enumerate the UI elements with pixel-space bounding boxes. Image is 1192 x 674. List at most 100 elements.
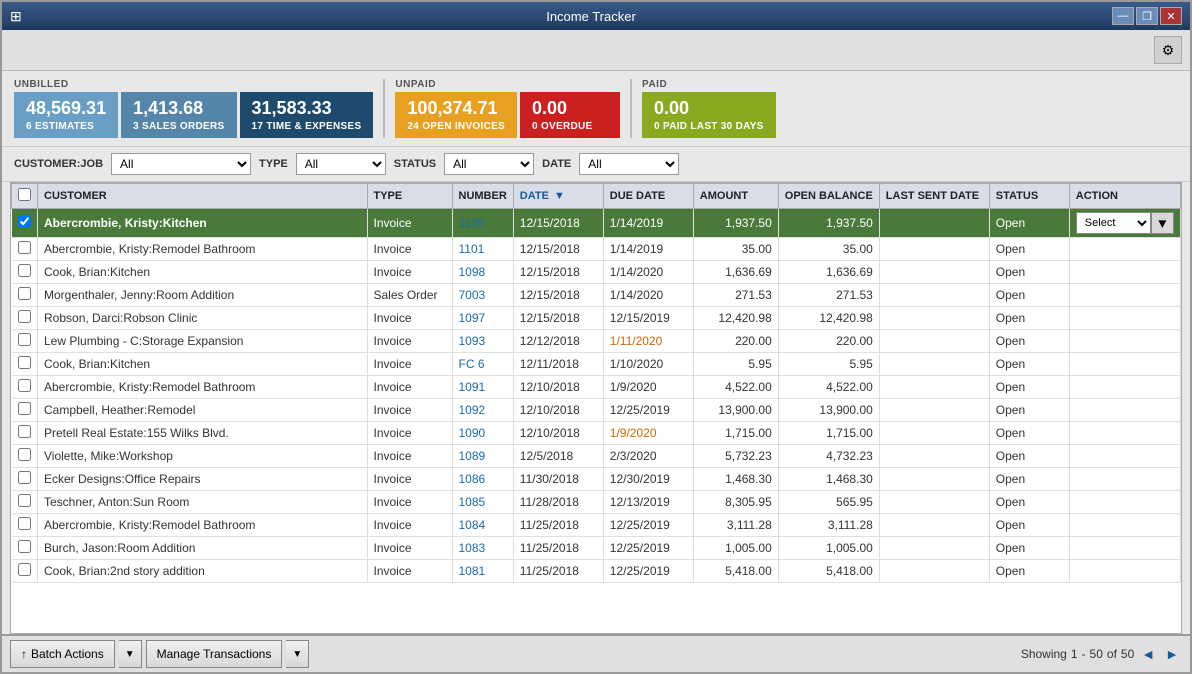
- row-action-cell[interactable]: [1069, 560, 1180, 583]
- table-body: Abercrombie, Kristy:Kitchen Invoice 1100…: [12, 209, 1181, 583]
- header-date[interactable]: DATE ▼: [513, 184, 603, 209]
- header-open-balance[interactable]: OPEN BALANCE: [778, 184, 879, 209]
- row-checkbox-cell[interactable]: [12, 284, 38, 307]
- row-checkbox[interactable]: [18, 402, 31, 415]
- row-action-cell[interactable]: [1069, 445, 1180, 468]
- batch-actions-dropdown-button[interactable]: ▼: [119, 640, 142, 668]
- header-due-date[interactable]: DUE DATE: [603, 184, 693, 209]
- open-invoices-card[interactable]: 100,374.71 24 OPEN INVOICES: [395, 92, 517, 138]
- status-select[interactable]: All: [444, 153, 534, 175]
- manage-transactions-dropdown-button[interactable]: ▼: [286, 640, 309, 668]
- header-status[interactable]: STATUS: [989, 184, 1069, 209]
- header-amount[interactable]: AMOUNT: [693, 184, 778, 209]
- settings-button[interactable]: ⚙: [1154, 36, 1182, 64]
- row-action-cell[interactable]: [1069, 261, 1180, 284]
- row-action-cell[interactable]: [1069, 491, 1180, 514]
- close-button[interactable]: ✕: [1160, 7, 1182, 25]
- row-action-cell[interactable]: [1069, 468, 1180, 491]
- manage-transactions-button[interactable]: Manage Transactions: [146, 640, 283, 668]
- row-checkbox[interactable]: [18, 356, 31, 369]
- type-select[interactable]: All: [296, 153, 386, 175]
- row-status: Open: [989, 353, 1069, 376]
- row-due-date: 1/11/2020: [603, 330, 693, 353]
- row-action-cell[interactable]: [1069, 537, 1180, 560]
- row-due-date: 12/13/2019: [603, 491, 693, 514]
- row-checkbox[interactable]: [18, 563, 31, 576]
- row-checkbox-cell[interactable]: [12, 209, 38, 238]
- paid-amount: 0.00: [654, 98, 764, 119]
- row-checkbox-cell[interactable]: [12, 468, 38, 491]
- row-customer: Cook, Brian:2nd story addition: [38, 560, 368, 583]
- row-checkbox[interactable]: [18, 333, 31, 346]
- minimize-button[interactable]: —: [1112, 7, 1134, 25]
- row-checkbox[interactable]: [18, 448, 31, 461]
- row-checkbox-cell[interactable]: [12, 376, 38, 399]
- header-check[interactable]: [12, 184, 38, 209]
- header-number[interactable]: NUMBER: [452, 184, 513, 209]
- estimates-card[interactable]: 48,569.31 6 ESTIMATES: [14, 92, 118, 138]
- row-checkbox-cell[interactable]: [12, 261, 38, 284]
- row-amount: 5.95: [693, 353, 778, 376]
- row-checkbox[interactable]: [18, 241, 31, 254]
- overdue-card[interactable]: 0.00 0 OVERDUE: [520, 92, 620, 138]
- row-checkbox[interactable]: [18, 379, 31, 392]
- row-action-cell[interactable]: [1069, 330, 1180, 353]
- row-date: 11/25/2018: [513, 560, 603, 583]
- row-action-cell[interactable]: [1069, 307, 1180, 330]
- time-expenses-card[interactable]: 31,583.33 17 TIME & EXPENSES: [240, 92, 374, 138]
- row-checkbox-cell[interactable]: [12, 491, 38, 514]
- sales-orders-card[interactable]: 1,413.68 3 SALES ORDERS: [121, 92, 236, 138]
- row-checkbox[interactable]: [18, 494, 31, 507]
- row-action-cell[interactable]: [1069, 238, 1180, 261]
- row-checkbox-cell[interactable]: [12, 238, 38, 261]
- overdue-amount: 0.00: [532, 98, 608, 119]
- row-checkbox-cell[interactable]: [12, 514, 38, 537]
- paid-card[interactable]: 0.00 0 PAID LAST 30 DAYS: [642, 92, 776, 138]
- row-checkbox[interactable]: [18, 540, 31, 553]
- row-due-date: 12/15/2019: [603, 307, 693, 330]
- row-action-cell[interactable]: [1069, 399, 1180, 422]
- table-scroll[interactable]: CUSTOMER TYPE NUMBER DATE ▼ DUE DATE AMO…: [11, 183, 1181, 633]
- row-checkbox-cell[interactable]: [12, 399, 38, 422]
- row-checkbox-cell[interactable]: [12, 307, 38, 330]
- row-checkbox[interactable]: [18, 264, 31, 277]
- row-last-sent: [879, 307, 989, 330]
- open-invoices-amount: 100,374.71: [407, 98, 505, 119]
- select-all-checkbox[interactable]: [18, 188, 31, 201]
- row-checkbox[interactable]: [18, 471, 31, 484]
- row-open-balance: 4,732.23: [778, 445, 879, 468]
- table-row: Campbell, Heather:Remodel Invoice 1092 1…: [12, 399, 1181, 422]
- header-customer[interactable]: CUSTOMER: [38, 184, 368, 209]
- batch-actions-button[interactable]: ↑ Batch Actions: [10, 640, 115, 668]
- row-action-cell[interactable]: [1069, 422, 1180, 445]
- row-action-cell[interactable]: SelectReceive PaymentSend ReminderPrintE…: [1069, 209, 1180, 238]
- row-last-sent: [879, 468, 989, 491]
- row-checkbox-cell[interactable]: [12, 445, 38, 468]
- row-checkbox-cell[interactable]: [12, 422, 38, 445]
- row-action-cell[interactable]: [1069, 353, 1180, 376]
- header-last-sent[interactable]: LAST SENT DATE: [879, 184, 989, 209]
- row-checkbox[interactable]: [18, 310, 31, 323]
- header-type[interactable]: TYPE: [367, 184, 452, 209]
- action-select[interactable]: SelectReceive PaymentSend ReminderPrintE…: [1076, 212, 1151, 234]
- row-checkbox-cell[interactable]: [12, 537, 38, 560]
- table-row: Robson, Darci:Robson Clinic Invoice 1097…: [12, 307, 1181, 330]
- row-checkbox[interactable]: [18, 215, 31, 228]
- prev-page-button[interactable]: ◄: [1138, 646, 1158, 662]
- row-action-cell[interactable]: [1069, 376, 1180, 399]
- row-checkbox[interactable]: [18, 287, 31, 300]
- restore-button[interactable]: ❐: [1136, 7, 1158, 25]
- row-checkbox-cell[interactable]: [12, 330, 38, 353]
- customer-job-select[interactable]: All: [111, 153, 251, 175]
- row-checkbox[interactable]: [18, 425, 31, 438]
- row-checkbox-cell[interactable]: [12, 353, 38, 376]
- date-select[interactable]: All: [579, 153, 679, 175]
- next-page-button[interactable]: ►: [1162, 646, 1182, 662]
- row-action-cell[interactable]: [1069, 284, 1180, 307]
- action-dropdown-arrow[interactable]: ▼: [1151, 212, 1174, 234]
- row-action-cell[interactable]: [1069, 514, 1180, 537]
- row-checkbox-cell[interactable]: [12, 560, 38, 583]
- time-expenses-amount: 31,583.33: [252, 98, 362, 119]
- header-action[interactable]: ACTION: [1069, 184, 1180, 209]
- row-checkbox[interactable]: [18, 517, 31, 530]
